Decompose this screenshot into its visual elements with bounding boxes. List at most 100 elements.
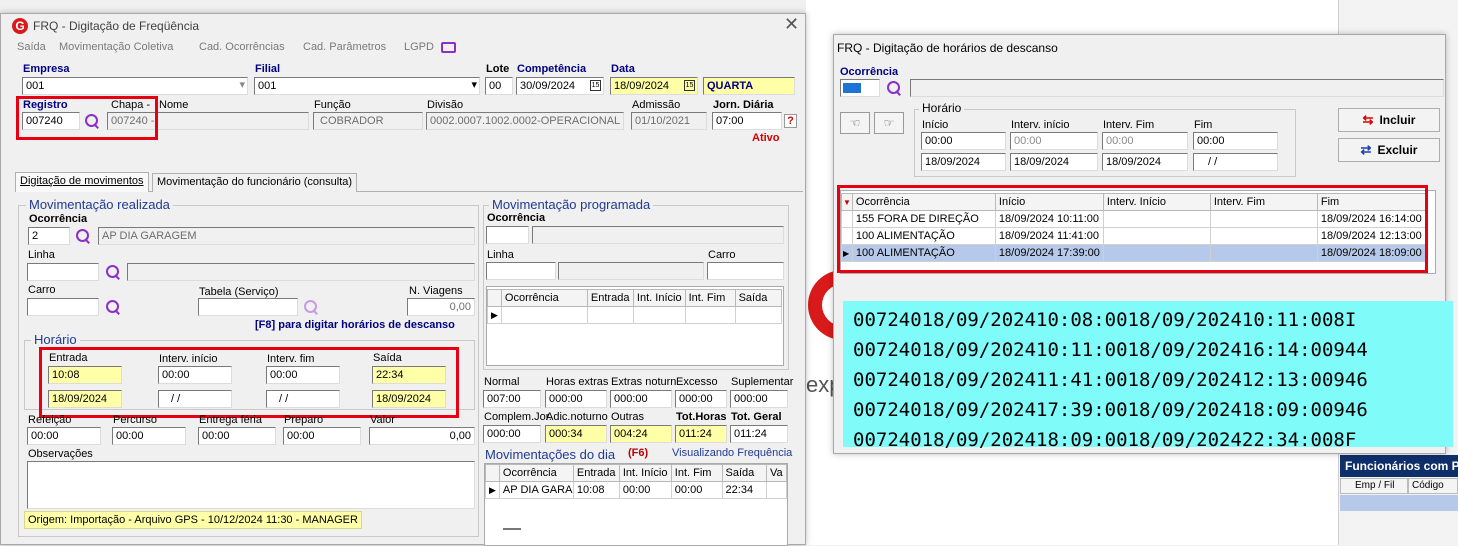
table-row[interactable]: ▶ AP DIA GARAG 10:08 00:00 00:00 22:34 xyxy=(485,481,787,499)
jorn-diaria-input[interactable]: 07:00 xyxy=(712,112,782,130)
carro-input[interactable] xyxy=(27,298,99,316)
search-icon[interactable] xyxy=(84,113,100,129)
nav-first-button[interactable]: ☜ xyxy=(840,112,870,134)
int-fim-date-input[interactable]: / / xyxy=(266,390,340,408)
registro-input[interactable]: 007240 xyxy=(22,112,80,130)
funcionarios-col-emp[interactable]: Emp / Fil xyxy=(1340,478,1408,494)
linha-input[interactable] xyxy=(27,263,99,281)
monitor-icon[interactable] xyxy=(441,42,456,53)
complem-input[interactable]: 000:00 xyxy=(483,425,541,443)
prog-grid-col-int-fim[interactable]: Int. Fim xyxy=(684,289,736,307)
normal-input[interactable]: 007:00 xyxy=(483,390,541,408)
competencia-input[interactable]: 30/09/2024 15 xyxy=(516,77,604,95)
adic-noturno-input[interactable]: 000:34 xyxy=(545,425,607,443)
table-row[interactable]: 155 FORA DE DIREÇÃO 18/09/2024 10:11:00 … xyxy=(841,210,1426,228)
mov-dia-col-int-fim[interactable]: Int. Fim xyxy=(670,464,723,482)
int-inicio-input[interactable]: 00:00 xyxy=(158,366,232,384)
valor-label: Valor xyxy=(370,414,395,426)
help-icon[interactable]: ? xyxy=(784,114,797,128)
rest-grid-col-int-fim[interactable]: Interv. Fim xyxy=(1209,193,1318,211)
table-row[interactable]: ▶ 100 ALIMENTAÇÃO 18/09/2024 17:39:00 18… xyxy=(841,244,1426,262)
lote-input[interactable]: 00 xyxy=(485,77,513,95)
percurso-input[interactable]: 00:00 xyxy=(112,427,186,445)
filial-select[interactable]: 001 ▾ xyxy=(254,77,480,95)
scroll-handle[interactable] xyxy=(503,528,521,530)
preparo-input[interactable]: 00:00 xyxy=(283,427,361,445)
mov-dia-col-int-inicio[interactable]: Int. Início xyxy=(618,464,672,482)
saida-date-input[interactable]: 18/09/2024 xyxy=(372,390,446,408)
calendar-icon[interactable]: 15 xyxy=(684,80,695,91)
close-icon[interactable]: ✕ xyxy=(784,14,799,35)
funcionarios-selected-row[interactable] xyxy=(1340,495,1458,511)
prog-grid-col-int-inicio[interactable]: Int. Início xyxy=(632,289,686,307)
entrada-input[interactable]: 10:08 xyxy=(48,366,122,384)
observacoes-textarea[interactable] xyxy=(27,461,475,509)
tab-movimentacao-funcionario[interactable]: Movimentação do funcionário (consulta) xyxy=(152,173,358,192)
rest-int-fim-date[interactable]: 18/09/2024 xyxy=(1102,153,1188,171)
filial-label: Filial xyxy=(255,63,281,75)
excluir-button[interactable]: ⇄ Excluir xyxy=(1338,138,1440,162)
menu-saida[interactable]: Saída xyxy=(17,41,46,53)
menu-mov-coletiva[interactable]: Movimentação Coletiva xyxy=(59,41,173,53)
outras-input[interactable]: 004:24 xyxy=(610,425,672,443)
prog-ocorrencia-code[interactable] xyxy=(486,226,529,244)
tabela-input[interactable] xyxy=(198,298,298,316)
mov-dia-col-entrada[interactable]: Entrada xyxy=(572,464,620,482)
jorn-diaria-label: Jorn. Diária xyxy=(713,99,774,111)
search-icon[interactable] xyxy=(75,228,91,244)
rest-grid-col-inicio[interactable]: Início xyxy=(994,193,1104,211)
menu-lgpd[interactable]: LGPD xyxy=(404,41,434,53)
rest-fim-date[interactable]: / / xyxy=(1193,153,1278,171)
int-fim-input[interactable]: 00:00 xyxy=(266,366,340,384)
rest-inicio-input[interactable]: 00:00 xyxy=(921,132,1006,150)
prog-grid-col-ocorrencia[interactable]: Ocorrência xyxy=(500,289,588,307)
rest-int-inicio-date[interactable]: 18/09/2024 xyxy=(1010,153,1098,171)
mov-dia-col-valor[interactable]: Va xyxy=(766,464,787,482)
search-icon[interactable] xyxy=(105,264,121,280)
rest-inicio-label: Início xyxy=(922,119,949,131)
search-icon[interactable] xyxy=(105,299,121,315)
empresa-select[interactable]: 001 ▾ xyxy=(22,77,248,95)
entrada-date-input[interactable]: 18/09/2024 xyxy=(48,390,122,408)
prog-carro-input[interactable] xyxy=(707,262,784,280)
horas-extras-input[interactable]: 000:00 xyxy=(545,390,607,408)
rest-int-fim-input[interactable]: 00:00 xyxy=(1102,132,1188,150)
rest-grid-col-ocorrencia[interactable]: Ocorrência xyxy=(851,193,996,211)
search-icon[interactable] xyxy=(303,299,319,315)
tot-geral-input[interactable]: 011:24 xyxy=(730,425,788,443)
tab-digitacao[interactable]: Digitação de movimentos xyxy=(15,172,149,192)
excesso-input[interactable]: 000:00 xyxy=(675,390,727,408)
data-input[interactable]: 18/09/2024 15 xyxy=(610,77,698,95)
nviagens-input[interactable]: 0,00 xyxy=(407,298,475,316)
prog-linha-input[interactable] xyxy=(486,262,556,280)
rest-ocorrencia-code[interactable] xyxy=(840,79,880,97)
menu-cad-ocorrencias[interactable]: Cad. Ocorrências xyxy=(199,41,285,53)
int-inicio-date-input[interactable]: / / xyxy=(158,390,232,408)
tot-horas-input[interactable]: 011:24 xyxy=(675,425,727,443)
nav-next-button[interactable]: ☞ xyxy=(874,112,904,134)
table-row[interactable]: ▶ xyxy=(487,306,782,324)
funcionarios-col-codigo[interactable]: Código xyxy=(1408,478,1458,494)
ocorrencia-code-input[interactable]: 2 xyxy=(28,227,70,245)
prog-grid-col-entrada[interactable]: Entrada xyxy=(586,289,634,307)
rest-fim-input[interactable]: 00:00 xyxy=(1193,132,1278,150)
suplementar-input[interactable]: 000:00 xyxy=(730,390,788,408)
incluir-button[interactable]: ⇆ Incluir xyxy=(1338,108,1440,132)
extras-noturn-input[interactable]: 000:00 xyxy=(610,390,672,408)
rest-grid-col-int-inicio[interactable]: Interv. Início xyxy=(1102,193,1211,211)
refeicao-input[interactable]: 00:00 xyxy=(27,427,101,445)
rest-grid-col-fim[interactable]: Fim xyxy=(1316,193,1426,211)
menu-cad-parametros[interactable]: Cad. Parâmetros xyxy=(303,41,386,53)
rest-inicio-date[interactable]: 18/09/2024 xyxy=(921,153,1006,171)
entrega-input[interactable]: 00:00 xyxy=(198,427,276,445)
search-icon[interactable] xyxy=(886,80,902,96)
rest-int-inicio-input[interactable]: 00:00 xyxy=(1010,132,1098,150)
valor-input[interactable]: 0,00 xyxy=(369,427,475,445)
calendar-icon[interactable]: 15 xyxy=(590,80,601,91)
prog-grid-col-saida[interactable]: Saída xyxy=(734,289,782,307)
saida-input[interactable]: 22:34 xyxy=(372,366,446,384)
mov-dia-col-ocorrencia[interactable]: Ocorrência xyxy=(498,464,574,482)
mov-dia-col-saida[interactable]: Saída xyxy=(721,464,768,482)
table-row[interactable]: 100 ALIMENTAÇÃO 18/09/2024 11:41:00 18/0… xyxy=(841,227,1426,245)
preparo-label: Preparo xyxy=(284,414,324,426)
